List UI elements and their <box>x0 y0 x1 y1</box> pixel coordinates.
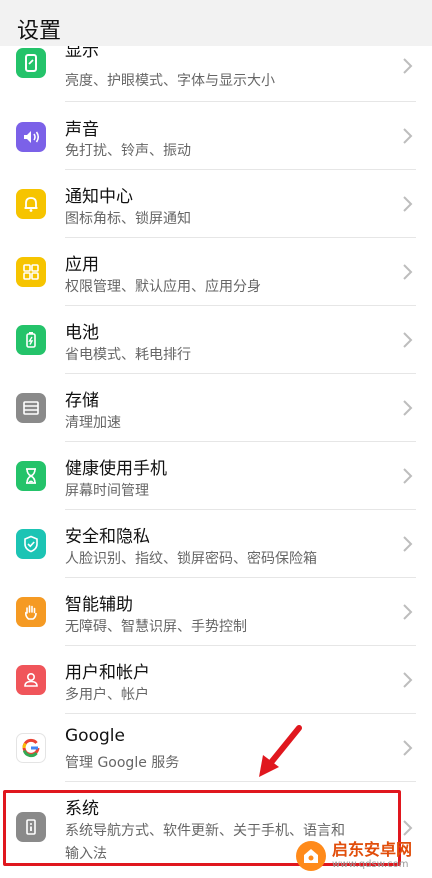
settings-item-subtitle: 亮度、护眼模式、字体与显示大小 <box>65 73 275 89</box>
grid-icon <box>16 257 46 287</box>
settings-item-sound[interactable]: 声音 免打扰、铃声、振动 <box>0 102 432 170</box>
settings-item-title: 智能辅助 <box>65 595 133 615</box>
settings-item-subtitle: 无障碍、智慧识屏、手势控制 <box>65 619 247 635</box>
settings-item-subtitle: 人脸识别、指纹、锁屏密码、密码保险箱 <box>65 551 317 567</box>
annotation-arrow-icon <box>259 725 302 777</box>
settings-item-security[interactable]: 安全和隐私 人脸识别、指纹、锁屏密码、密码保险箱 <box>0 510 432 578</box>
chevron-right-icon <box>400 534 414 554</box>
settings-item-title: Google <box>65 726 125 746</box>
watermark-url: www.qdsw.com <box>332 859 409 870</box>
settings-item-subtitle: 清理加速 <box>65 415 121 431</box>
settings-item-title: 健康使用手机 <box>65 459 167 479</box>
settings-item-title: 电池 <box>65 323 99 343</box>
chevron-right-icon <box>400 262 414 282</box>
settings-item-battery[interactable]: 电池 省电模式、耗电排行 <box>0 306 432 374</box>
settings-item-google[interactable]: Google 管理 Google 服务 <box>0 714 432 782</box>
chevron-right-icon <box>400 602 414 622</box>
settings-list: 显示 亮度、护眼模式、字体与显示大小 声音 免打扰、铃声、振动 通知中心 图标角… <box>0 46 432 878</box>
settings-item-subtitle: 屏幕时间管理 <box>65 483 149 499</box>
settings-item-apps[interactable]: 应用 权限管理、默认应用、应用分身 <box>0 238 432 306</box>
hourglass-icon <box>16 461 46 491</box>
settings-item-notification[interactable]: 通知中心 图标角标、锁屏通知 <box>0 170 432 238</box>
chevron-right-icon <box>400 330 414 350</box>
chevron-right-icon <box>400 670 414 690</box>
bell-icon <box>16 189 46 219</box>
settings-item-title: 通知中心 <box>65 187 133 207</box>
chevron-right-icon <box>400 194 414 214</box>
battery-icon <box>16 325 46 355</box>
page-title: 设置 <box>17 19 62 44</box>
settings-item-subtitle: 权限管理、默认应用、应用分身 <box>65 279 261 295</box>
hand-icon <box>16 597 46 627</box>
settings-item-title: 显示 <box>65 46 99 61</box>
settings-item-title: 安全和隐私 <box>65 527 150 547</box>
settings-item-title: 声音 <box>65 120 99 140</box>
settings-item-title: 存储 <box>65 391 99 411</box>
watermark-name: 启东安卓网 <box>332 840 413 859</box>
google-icon <box>16 733 46 763</box>
watermark-logo-icon <box>296 841 326 871</box>
settings-item-title: 应用 <box>65 255 99 275</box>
settings-item-storage[interactable]: 存储 清理加速 <box>0 374 432 442</box>
chevron-right-icon <box>400 466 414 486</box>
shield-icon <box>16 529 46 559</box>
settings-item-accessibility[interactable]: 智能辅助 无障碍、智慧识屏、手势控制 <box>0 578 432 646</box>
chevron-right-icon <box>400 126 414 146</box>
chevron-right-icon <box>400 738 414 758</box>
settings-item-subtitle: 省电模式、耗电排行 <box>65 347 191 363</box>
settings-item-subtitle: 管理 Google 服务 <box>65 755 180 771</box>
settings-item-subtitle: 免打扰、铃声、振动 <box>65 143 191 159</box>
speaker-icon <box>16 122 46 152</box>
storage-icon <box>16 393 46 423</box>
settings-item-subtitle: 多用户、帐户 <box>65 687 149 703</box>
settings-item-subtitle: 图标角标、锁屏通知 <box>65 211 191 227</box>
settings-item-title: 用户和帐户 <box>65 663 150 683</box>
settings-item-digital-balance[interactable]: 健康使用手机 屏幕时间管理 <box>0 442 432 510</box>
phone-icon <box>16 48 46 78</box>
settings-item-display[interactable]: 显示 亮度、护眼模式、字体与显示大小 <box>0 46 432 102</box>
watermark: 启东安卓网 www.qdsw.com <box>296 834 432 878</box>
user-icon <box>16 665 46 695</box>
chevron-right-icon <box>400 398 414 418</box>
chevron-right-icon <box>400 56 414 76</box>
settings-item-users[interactable]: 用户和帐户 多用户、帐户 <box>0 646 432 714</box>
